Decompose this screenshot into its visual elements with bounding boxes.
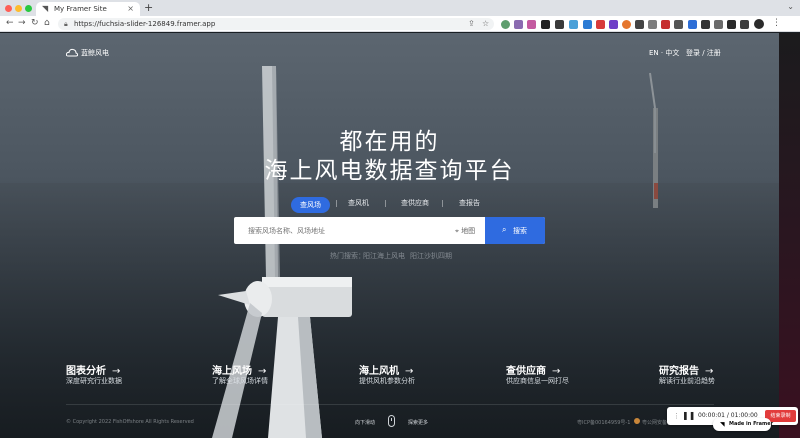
extension-icon[interactable] [727,20,736,29]
tab-supplier[interactable]: 查供应商 [401,198,429,208]
hot-search-item[interactable]: 阳江海上风电 [363,251,405,261]
extension-icon[interactable] [569,20,578,29]
reload-button[interactable]: ↻ [31,18,39,29]
extension-icon[interactable] [688,20,697,29]
tab-close-icon[interactable]: × [127,4,134,13]
search-box: ⌖ 地图 ⌕ 搜索 [234,217,545,244]
framer-badge-label: Made in Framer [729,421,774,427]
tab-divider [442,200,443,207]
home-button[interactable]: ⌂ [44,18,50,29]
tab-title: My Framer Site [54,5,107,13]
extension-icon[interactable] [740,20,749,29]
page-scrollbar[interactable] [779,33,800,438]
hero-title-line2: 海上风电数据查询平台 [264,158,515,184]
minimize-window-button[interactable] [15,5,22,12]
extension-icon[interactable] [583,20,592,29]
drag-handle-icon[interactable]: ⋮ [673,411,680,421]
login-register-link[interactable]: 登录 / 注册 [686,48,721,58]
map-label: 地图 [461,227,476,235]
share-icon[interactable]: ⇪ [468,19,475,29]
police-badge-icon [634,418,640,424]
extension-icon[interactable] [701,20,710,29]
hot-search-item[interactable]: 阳江沙扒四期 [410,251,452,261]
feature-desc: 提供风机参数分析 [359,377,415,385]
logo-text: 蓝鲸风电 [81,49,109,57]
extension-icon[interactable] [622,20,631,29]
extension-icon[interactable] [541,20,550,29]
extension-icon[interactable] [596,20,605,29]
bookmark-star-icon[interactable]: ☆ [482,19,489,29]
search-icon: ⌕ [502,225,507,234]
extension-icon[interactable] [501,20,510,29]
hot-search-label: 热门搜索： [330,252,365,260]
feature-desc: 供应商信息一网打尽 [506,377,569,385]
search-button-label: 搜索 [513,227,527,235]
browser-tab-bar: ◥ My Framer Site × + ⌄ [0,0,800,16]
framer-favicon-icon: ◥ [42,4,49,13]
feature-desc: 深度研究行业数据 [66,377,122,385]
puzzle-extensions-icon[interactable] [714,20,723,29]
scroll-down-label: 向下滑动 [355,420,376,426]
tab-search-icon[interactable]: ⌄ [787,2,794,11]
search-input[interactable] [248,227,438,235]
extension-icon[interactable] [661,20,670,29]
copyright-text: © Copyright 2022 FishOffshore All Rights… [66,419,194,425]
feature-offshore-turbine[interactable]: 海上风机 → 提供风机参数分析 [359,359,415,385]
feature-desc: 了解全球风场详情 [212,377,268,385]
feature-chart-analysis[interactable]: 图表分析 → 深度研究行业数据 [66,359,122,385]
language-switch[interactable]: EN · 中文 [649,48,679,58]
close-window-button[interactable] [5,5,12,12]
profile-avatar[interactable] [754,19,764,29]
framer-logo-icon: ◥ [720,421,725,428]
extension-icon[interactable] [648,20,657,29]
tab-report[interactable]: 查报告 [459,198,480,208]
location-pin-icon: ⌖ [455,227,459,235]
extension-icon[interactable] [609,20,618,29]
search-button[interactable]: ⌕ 搜索 [485,217,545,244]
explore-more-link[interactable]: 探索更多 [408,419,428,426]
browser-tab[interactable]: ◥ My Framer Site × [36,2,140,16]
cloud-logo-icon [66,48,78,57]
feature-research-report[interactable]: 研究报告 → 解读行业前沿趋势 [659,359,715,385]
extension-icon[interactable] [635,20,644,29]
maximize-window-button[interactable] [25,5,32,12]
feature-desc: 解读行业前沿趋势 [659,377,715,385]
lock-icon[interactable]: 🔒︎ [64,19,68,29]
made-in-framer-badge[interactable]: ◥ Made in Framer [713,418,774,431]
feature-offshore-farm[interactable]: 海上风场 → 了解全球风场详情 [212,359,268,385]
new-tab-button[interactable]: + [144,2,153,14]
icp-record-link[interactable]: 粤ICP备00164959号-1 [577,419,630,426]
browser-toolbar: ← → ↻ ⌂ 🔒︎ https://fuchsia-slider-126849… [0,16,800,32]
extension-icon[interactable] [674,20,683,29]
feature-supplier[interactable]: 查供应商 → 供应商信息一网打尽 [506,359,569,385]
tab-wind-farm[interactable]: 查风场 [291,197,330,213]
map-link[interactable]: ⌖ 地图 [455,226,475,236]
browser-menu-icon[interactable]: ⋮ [772,18,781,28]
extension-icon[interactable] [555,20,564,29]
tab-divider [385,200,386,207]
extension-icon[interactable] [514,20,523,29]
mouse-scroll-icon[interactable] [388,415,395,427]
public-security-record-link[interactable]: 粤公网安备 [642,419,667,426]
extension-icon[interactable] [527,20,536,29]
tab-turbine[interactable]: 查风机 [348,198,369,208]
address-bar[interactable]: 🔒︎ https://fuchsia-slider-126849.framer.… [58,18,494,30]
forward-button[interactable]: → [18,18,26,29]
tab-divider [336,200,337,207]
url-text[interactable]: https://fuchsia-slider-126849.framer.app [74,20,215,28]
pause-button[interactable]: ❚❚ [682,411,695,421]
footer-divider [66,404,714,405]
back-button[interactable]: ← [6,18,14,29]
